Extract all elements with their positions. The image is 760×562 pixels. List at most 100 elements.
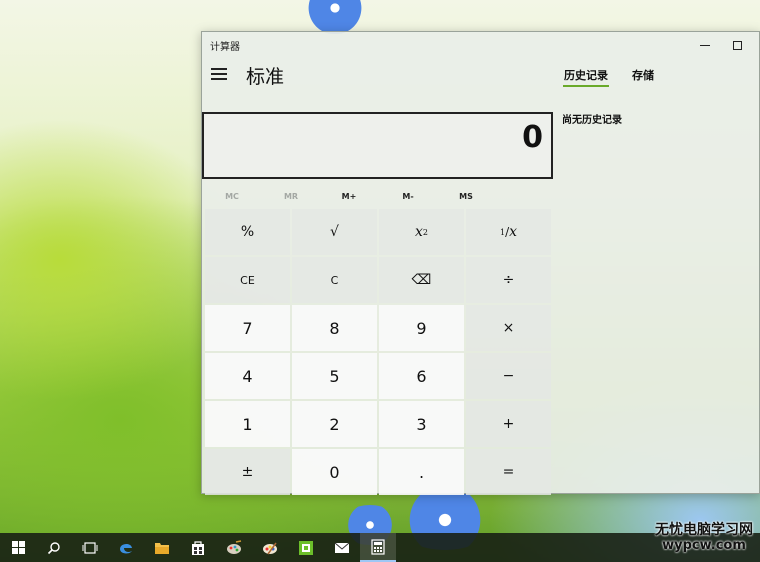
reciprocal-den-label: x [509, 224, 518, 240]
memory-clear-button[interactable]: MC [202, 187, 262, 207]
backspace-button[interactable]: ⌫ [379, 257, 464, 303]
paint-palette-icon [227, 539, 242, 554]
digit-5-button[interactable]: 5 [292, 353, 377, 399]
digit-label: 8 [329, 318, 340, 338]
edge-browser-icon [120, 543, 132, 553]
taskbar-store[interactable] [180, 533, 216, 562]
digit-0-button[interactable]: 0 [292, 449, 377, 495]
negate-label: ± [241, 464, 254, 480]
task-view-button[interactable] [72, 533, 108, 562]
plus-label: + [502, 416, 515, 432]
digit-1-button[interactable]: 1 [205, 401, 290, 447]
memory-recall-button[interactable]: MR [261, 187, 321, 207]
green-app-icon [299, 540, 313, 555]
digit-6-button[interactable]: 6 [379, 353, 464, 399]
navigation-menu-button[interactable] [211, 67, 227, 81]
taskbar [0, 533, 760, 562]
background-flower [300, 0, 370, 34]
paint-icon [263, 542, 277, 554]
square-base-label: x [415, 224, 423, 240]
windows-logo-icon [11, 541, 25, 554]
taskbar-file-explorer[interactable] [144, 533, 180, 562]
digit-label: 2 [329, 414, 340, 434]
watermark-url: wypcw.com [662, 538, 746, 553]
digit-label: 1 [242, 414, 253, 434]
store-icon [192, 540, 204, 555]
watermark-title: 无忧电脑学习网 [655, 522, 753, 538]
taskbar-edge[interactable] [108, 533, 144, 562]
reciprocal-button[interactable]: 1/x [466, 209, 551, 255]
ce-label: CE [240, 273, 255, 287]
calculator-window: 计算器 标准 历史记录 存储 尚无历史记录 0 MC MR M+ M- MS %… [201, 31, 760, 495]
subtract-button[interactable]: − [466, 353, 551, 399]
square-root-button[interactable]: √ [292, 209, 377, 255]
digit-label: 0 [329, 462, 340, 482]
decimal-button[interactable]: . [379, 449, 464, 495]
result-display: 0 [202, 112, 553, 179]
app-title: 计算器 [210, 42, 240, 53]
memory-row: MC MR M+ M- MS [202, 187, 553, 207]
clear-button[interactable]: C [292, 257, 377, 303]
digit-9-button[interactable]: 9 [379, 305, 464, 351]
equals-button[interactable]: = [466, 449, 551, 495]
tab-history[interactable]: 历史记录 [564, 67, 608, 83]
percent-button[interactable]: % [205, 209, 290, 255]
keypad: % √ x2 1/x CE C ⌫ ÷ 7 8 9 × 4 5 6 − 1 2 … [205, 209, 551, 495]
memory-subtract-button[interactable]: M- [378, 187, 438, 207]
tab-memory[interactable]: 存储 [632, 67, 654, 83]
hamburger-icon [211, 78, 227, 80]
digit-label: 7 [242, 318, 253, 338]
folder-icon [155, 542, 169, 554]
digit-label: 5 [329, 366, 340, 386]
digit-label: 4 [242, 366, 253, 386]
mode-title: 标准 [246, 66, 285, 88]
divide-button[interactable]: ÷ [466, 257, 551, 303]
memory-store-button[interactable]: MS [436, 187, 496, 207]
percent-label: % [240, 224, 255, 240]
hamburger-icon [211, 68, 227, 70]
active-tab-indicator [563, 85, 609, 87]
taskbar-paint[interactable] [216, 533, 252, 562]
digit-label: 6 [416, 366, 427, 386]
digit-4-button[interactable]: 4 [205, 353, 290, 399]
mail-icon [334, 542, 350, 553]
backspace-icon: ⌫ [411, 272, 432, 288]
negate-button[interactable]: ± [205, 449, 290, 495]
search-icon [47, 541, 60, 554]
search-button[interactable] [36, 533, 72, 562]
equals-label: = [502, 464, 515, 480]
divide-label: ÷ [502, 272, 515, 288]
maximize-icon [732, 40, 742, 50]
taskbar-calculator[interactable] [360, 533, 396, 562]
site-watermark: 无忧电脑学习网 wypcw.com [648, 522, 760, 553]
memory-add-button[interactable]: M+ [319, 187, 379, 207]
task-view-icon [82, 541, 98, 554]
maximize-button[interactable] [722, 34, 752, 56]
square-button[interactable]: x2 [379, 209, 464, 255]
sqrt-label: √ [330, 224, 339, 240]
hamburger-icon [211, 73, 227, 75]
decimal-label: . [418, 462, 425, 482]
minus-label: − [502, 368, 515, 384]
square-exp-label: 2 [422, 227, 428, 237]
taskbar-green-app[interactable] [288, 533, 324, 562]
title-bar[interactable]: 计算器 [202, 32, 759, 58]
c-label: C [330, 273, 339, 287]
digit-label: 9 [416, 318, 427, 338]
digit-2-button[interactable]: 2 [292, 401, 377, 447]
digit-7-button[interactable]: 7 [205, 305, 290, 351]
history-empty-message: 尚无历史记录 [562, 115, 622, 126]
digit-8-button[interactable]: 8 [292, 305, 377, 351]
taskbar-mail[interactable] [324, 533, 360, 562]
clear-entry-button[interactable]: CE [205, 257, 290, 303]
add-button[interactable]: + [466, 401, 551, 447]
digit-3-button[interactable]: 3 [379, 401, 464, 447]
multiply-button[interactable]: × [466, 305, 551, 351]
taskbar-paint-app[interactable] [252, 533, 288, 562]
display-value: 0 [522, 120, 543, 155]
minimize-button[interactable] [690, 34, 720, 56]
start-button[interactable] [0, 533, 36, 562]
multiply-label: × [502, 320, 515, 336]
calculator-icon [371, 538, 385, 555]
minimize-icon [700, 44, 710, 46]
